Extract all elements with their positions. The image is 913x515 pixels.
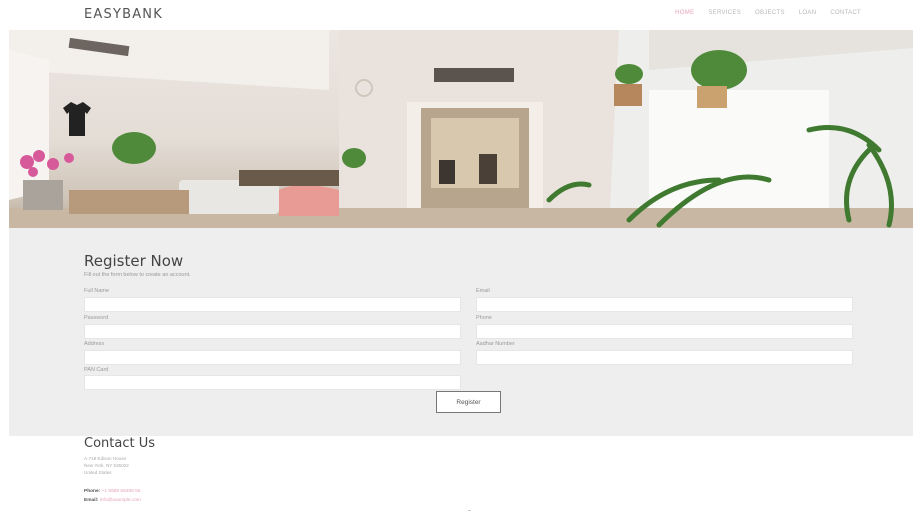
register-button[interactable]: Register — [436, 391, 501, 413]
address-label: Address — [84, 341, 105, 347]
password-input[interactable] — [85, 330, 460, 344]
site-header: EASYBANK HOME SERVICES OBJECTS LOAN CONT… — [0, 0, 913, 30]
email-value[interactable]: info@example.com — [100, 498, 141, 503]
contact-phone: Phone: +1 5589 55488 55 — [84, 489, 140, 494]
phone-field-wrap — [476, 324, 853, 344]
email-label: Email: — [84, 498, 99, 503]
phone-value[interactable]: +1 5589 55488 55 — [102, 489, 141, 494]
password-field-wrap — [84, 324, 461, 344]
register-subtitle: Fill out the form below to create an acc… — [84, 272, 191, 278]
address-input[interactable] — [85, 356, 460, 370]
email-field-wrap — [476, 297, 853, 317]
phone-label: Phone — [476, 315, 492, 321]
full-name-input[interactable] — [85, 303, 460, 317]
password-label: Password — [84, 315, 109, 321]
nav-link-home[interactable]: HOME — [675, 10, 694, 16]
contact-email: Email: info@example.com — [84, 498, 141, 503]
aadhar-number-label: Aadhar Number — [476, 341, 515, 347]
address-line-2: New York, NY 535022 — [84, 463, 129, 468]
pan-card-label: PAN Card — [84, 367, 109, 373]
full-name-field-wrap — [84, 297, 461, 317]
email-label: Email — [476, 288, 490, 294]
email-input[interactable] — [477, 303, 852, 317]
nav-link-services[interactable]: SERVICES — [708, 10, 741, 16]
hero-illustration — [9, 30, 913, 228]
address-line-3: United States — [84, 470, 112, 475]
main-nav: HOME SERVICES OBJECTS LOAN CONTACT — [675, 10, 861, 16]
nav-link-objects[interactable]: OBJECTS — [755, 10, 785, 16]
address-field-wrap — [84, 350, 461, 370]
nav-link-contact[interactable]: CONTACT — [830, 10, 861, 16]
register-title: Register Now — [84, 252, 184, 270]
aadhar-number-field-wrap — [476, 350, 853, 370]
aadhar-number-input[interactable] — [477, 356, 852, 370]
contact-title: Contact Us — [84, 436, 155, 451]
full-name-label: Full Name — [84, 288, 110, 294]
pan-card-input[interactable] — [85, 381, 460, 395]
footer-divider — [468, 510, 471, 511]
phone-input[interactable] — [477, 330, 852, 344]
nav-link-loan[interactable]: LOAN — [799, 10, 817, 16]
phone-label: Phone: — [84, 489, 101, 494]
address-line-1: A-718 Edison House — [84, 456, 127, 461]
pan-card-field-wrap — [84, 375, 461, 395]
site-logo[interactable]: EASYBANK — [84, 7, 163, 22]
hero-image — [9, 30, 913, 228]
